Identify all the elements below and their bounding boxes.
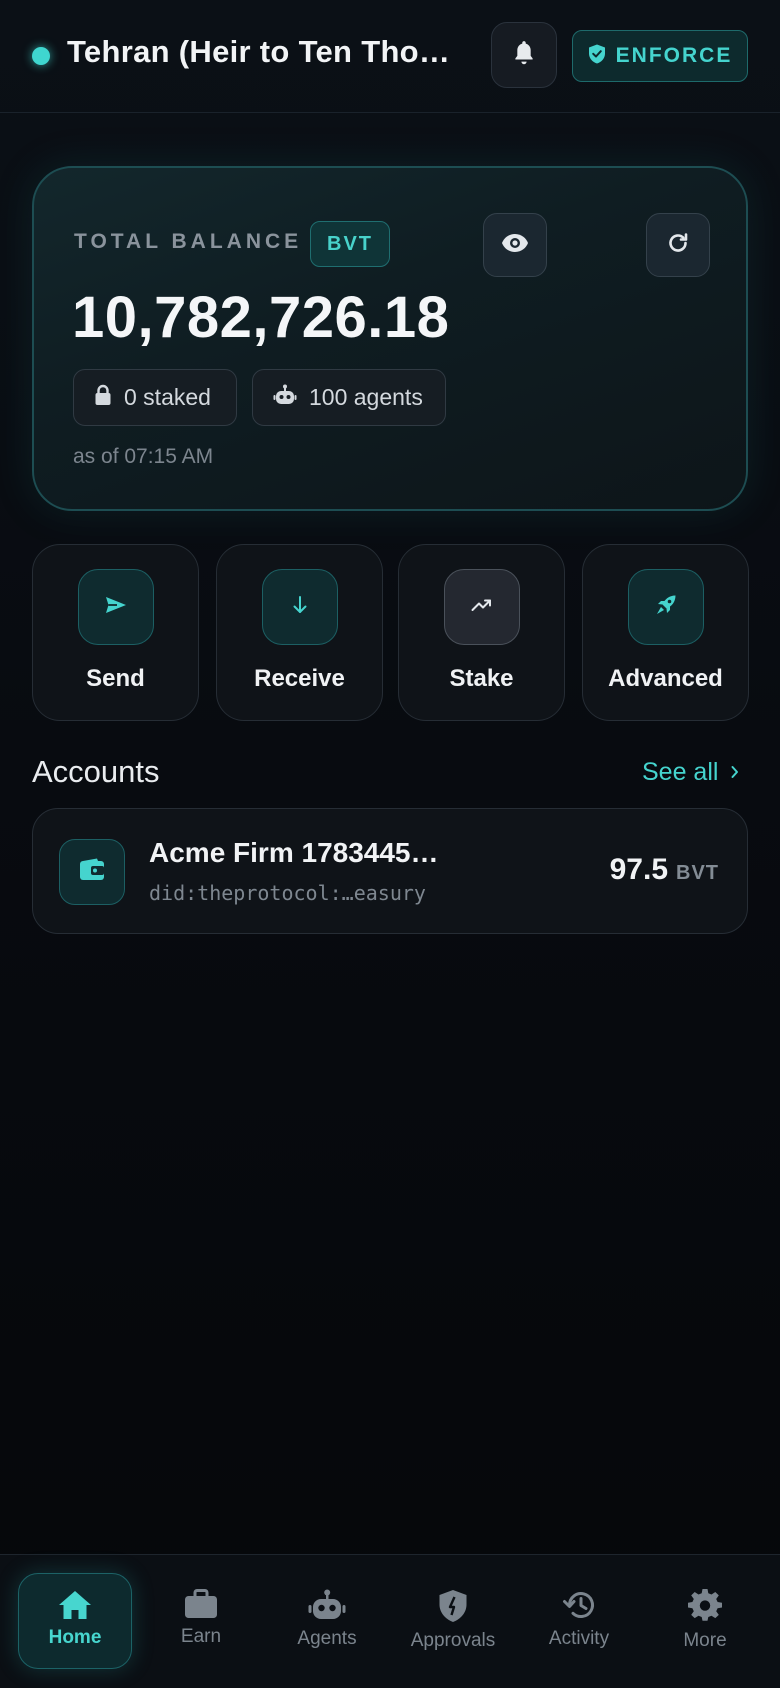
nav-home-label: Home [48, 1627, 102, 1648]
account-row[interactable]: Acme Firm 1783445472 Treasu… did:theprot… [32, 808, 748, 934]
arrow-down-icon [291, 595, 309, 620]
account-balance: 97.5 BVT [610, 853, 719, 887]
nav-earn-label: Earn [180, 1626, 222, 1647]
nav-more[interactable]: More [648, 1573, 762, 1669]
bottom-navigation: Home Earn Agents Approvals Activity More [0, 1554, 780, 1688]
see-all-label: See all [642, 758, 719, 786]
nav-approvals[interactable]: Approvals [396, 1573, 510, 1669]
receive-label: Receive [254, 665, 345, 692]
stake-action-button[interactable]: Stake [398, 544, 565, 721]
send-icon [105, 596, 127, 619]
nav-approvals-label: Approvals [410, 1630, 496, 1651]
balance-card: TOTAL BALANCE BVT 10,782,726.18 0 staked… [32, 166, 748, 511]
wallet-home-screen: Tehran (Heir to Ten Tho… ENFORCE TOTAL B… [0, 0, 780, 1688]
receive-icon-box [262, 569, 338, 645]
staked-label: 0 staked [124, 384, 211, 410]
bell-icon [511, 39, 537, 72]
trending-up-icon [471, 597, 493, 618]
robot-icon [273, 384, 297, 412]
eye-icon [501, 233, 529, 258]
toggle-visibility-button[interactable] [483, 213, 547, 277]
lock-icon [94, 384, 112, 412]
send-label: Send [86, 665, 145, 692]
advanced-action-button[interactable]: Advanced [582, 544, 749, 721]
agents-label: 100 agents [309, 384, 423, 410]
nav-activity-label: Activity [548, 1628, 610, 1649]
accounts-title: Accounts [32, 754, 160, 789]
home-icon [58, 1590, 92, 1625]
balance-amount: 10,782,726.18 [72, 285, 450, 350]
refresh-button[interactable] [646, 213, 710, 277]
account-did: did:theprotocol:…easury [149, 881, 426, 905]
send-icon-box [78, 569, 154, 645]
enforce-label: ENFORCE [615, 44, 733, 67]
status-indicator [32, 47, 50, 65]
identity-name[interactable]: Tehran (Heir to Ten Tho… [67, 34, 457, 70]
stake-label: Stake [449, 665, 514, 692]
stake-icon-box [444, 569, 520, 645]
top-header: Tehran (Heir to Ten Tho… ENFORCE [0, 0, 780, 113]
currency-badge[interactable]: BVT [310, 221, 390, 267]
staked-chip[interactable]: 0 staked [73, 369, 237, 426]
nav-home[interactable]: Home [18, 1573, 132, 1669]
balance-label: TOTAL BALANCE [74, 230, 303, 253]
briefcase-icon [184, 1589, 218, 1624]
account-amount-value: 97.5 [609, 853, 668, 886]
receive-action-button[interactable]: Receive [216, 544, 383, 721]
nav-agents-label: Agents [297, 1628, 357, 1649]
nav-agents[interactable]: Agents [270, 1573, 384, 1669]
chevron-right-icon [730, 758, 740, 787]
see-all-link[interactable]: See all [642, 758, 740, 787]
balance-timestamp: as of 07:15 AM [73, 445, 214, 468]
enforce-button[interactable]: ENFORCE [572, 30, 748, 82]
send-action-button[interactable]: Send [32, 544, 199, 721]
account-amount-unit: BVT [676, 862, 719, 884]
account-name: Acme Firm 1783445472 Treasu… [149, 837, 449, 868]
gear-icon [688, 1588, 722, 1628]
wallet-icon-box [59, 839, 125, 905]
wallet-icon [78, 857, 106, 888]
nav-more-label: More [683, 1630, 727, 1651]
robot-icon [308, 1589, 346, 1626]
shield-icon [438, 1589, 468, 1628]
shield-check-icon [588, 44, 606, 69]
agents-chip[interactable]: 100 agents [252, 369, 446, 426]
rocket-icon [655, 594, 677, 621]
nav-activity[interactable]: Activity [522, 1573, 636, 1669]
advanced-icon-box [628, 569, 704, 645]
refresh-icon [666, 231, 690, 260]
advanced-label: Advanced [608, 665, 723, 692]
history-icon [562, 1589, 596, 1626]
nav-earn[interactable]: Earn [144, 1573, 258, 1669]
notifications-button[interactable] [491, 22, 557, 88]
